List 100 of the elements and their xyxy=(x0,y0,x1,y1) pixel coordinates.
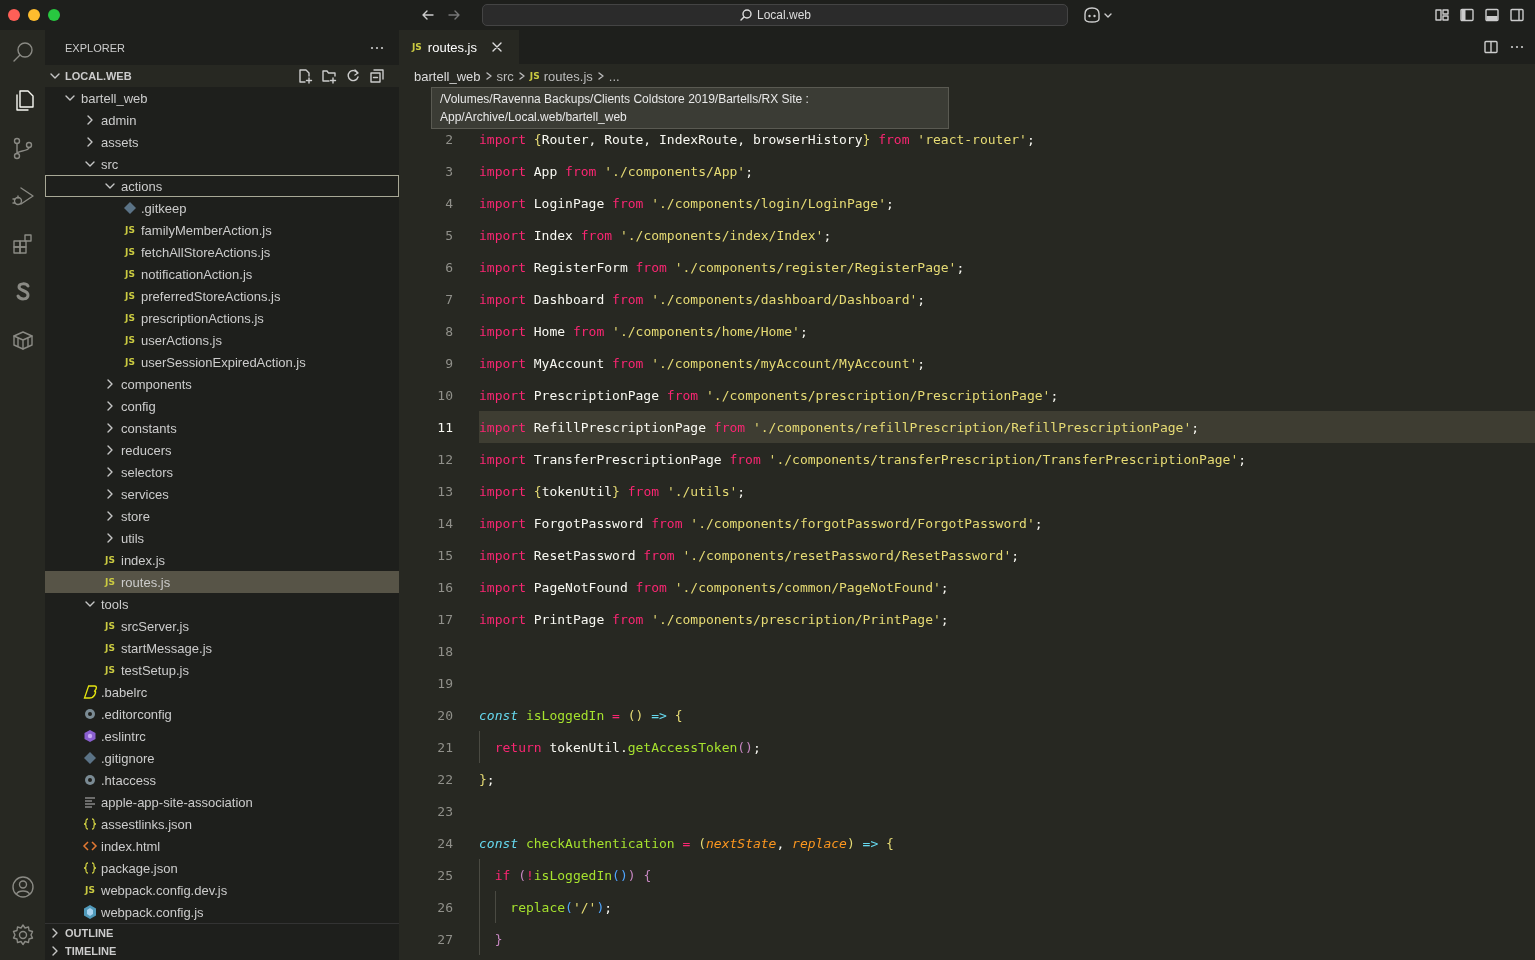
file-row[interactable]: index.html xyxy=(45,835,399,857)
line-number: 19 xyxy=(436,675,453,691)
command-search-field[interactable]: Local.web xyxy=(482,4,1068,26)
cube-icon xyxy=(82,904,98,920)
line-number: 21 xyxy=(436,739,453,755)
robot-head-icon[interactable] xyxy=(1082,6,1102,24)
search-icon xyxy=(738,8,753,22)
code-line: import Index from './components/index/Index'; xyxy=(479,227,832,243)
folder-row[interactable]: selectors xyxy=(45,461,399,483)
maximize-window-button[interactable] xyxy=(48,9,60,21)
js-file-icon: JS xyxy=(102,577,118,587)
line-number: 12 xyxy=(436,451,453,467)
folder-row[interactable]: components xyxy=(45,373,399,395)
account-icon[interactable] xyxy=(10,875,35,899)
git-icon xyxy=(82,750,98,766)
code-line: import ResetPassword from './components/resetPassword/ResetPassword'; xyxy=(479,547,1020,563)
breadcrumb-item[interactable]: bartell_web xyxy=(414,68,481,84)
file-row[interactable]: .editorconfig xyxy=(45,703,399,725)
line-number: 16 xyxy=(436,579,453,595)
file-row[interactable]: .htaccess xyxy=(45,769,399,791)
folder-name: services xyxy=(121,486,169,502)
file-row[interactable]: webpack.config.js xyxy=(45,901,399,923)
code-line: import PrintPage from './components/prescription/PrintPage'; xyxy=(479,611,949,627)
file-row[interactable]: package.json xyxy=(45,857,399,879)
file-row[interactable]: JS userSessionExpiredAction.js xyxy=(45,351,399,373)
workspace-section-header[interactable]: LOCAL.WEB xyxy=(45,65,399,87)
file-row[interactable]: JS srcServer.js xyxy=(45,615,399,637)
file-name: apple-app-site-association xyxy=(101,794,253,810)
folder-row[interactable]: bartell_web xyxy=(45,87,399,109)
file-row[interactable]: .gitkeep xyxy=(45,197,399,219)
folder-row[interactable]: actions xyxy=(45,175,399,197)
folder-name: config xyxy=(121,398,156,414)
folder-row[interactable]: tools xyxy=(45,593,399,615)
code-line: import RegisterForm from './components/register/RegisterPage'; xyxy=(479,259,965,275)
extensions-icon[interactable] xyxy=(10,232,35,256)
editor-tab[interactable]: JS routes.js xyxy=(399,30,519,64)
new-folder-icon[interactable] xyxy=(321,68,337,84)
line-number: 23 xyxy=(436,803,453,819)
file-row[interactable]: JS index.js xyxy=(45,549,399,571)
file-name: webpack.config.dev.js xyxy=(101,882,228,898)
breadcrumb-item[interactable]: src xyxy=(496,68,514,84)
minimize-window-button[interactable] xyxy=(28,9,40,21)
babel-icon xyxy=(82,684,98,700)
file-row[interactable]: JS routes.js xyxy=(45,571,399,593)
file-name: assestlinks.json xyxy=(101,816,193,832)
tooltip-text: /Volumes/Ravenna Backups/Clients Coldstore 2019/Bartells/RX Site : xyxy=(440,91,810,108)
file-row[interactable]: .eslintrc xyxy=(45,725,399,747)
file-row[interactable]: JS startMessage.js xyxy=(45,637,399,659)
folder-row[interactable]: services xyxy=(45,483,399,505)
file-row[interactable]: .gitignore xyxy=(45,747,399,769)
sidebar-right-icon[interactable] xyxy=(1509,7,1525,23)
sidebar-left-icon[interactable] xyxy=(1459,7,1475,23)
close-window-button[interactable] xyxy=(8,9,20,21)
section-label: OUTLINE xyxy=(65,927,114,939)
folder-name: src xyxy=(101,156,119,172)
line-number: 24 xyxy=(436,835,453,851)
run-debug-icon[interactable] xyxy=(10,184,35,208)
tooltip-text: App/Archive/Local.web/bartell_web xyxy=(440,109,628,126)
panel-bottom-icon[interactable] xyxy=(1484,7,1500,23)
breadcrumb-item[interactable]: ... xyxy=(608,68,620,84)
braces-icon xyxy=(82,860,98,876)
file-row[interactable]: JS fetchAllStoreActions.js xyxy=(45,241,399,263)
folder-row[interactable]: constants xyxy=(45,417,399,439)
code-line: import RefillPrescriptionPage from './components/refillPrescription/RefillPrescriptionPage'; xyxy=(479,419,1200,435)
folder-row[interactable]: assets xyxy=(45,131,399,153)
folder-name: bartell_web xyxy=(81,90,148,106)
line-number: 17 xyxy=(436,611,453,627)
code-line: } xyxy=(479,923,503,955)
file-row[interactable]: JS preferredStoreActions.js xyxy=(45,285,399,307)
file-row[interactable]: assestlinks.json xyxy=(45,813,399,835)
refresh-icon[interactable] xyxy=(345,68,361,84)
file-row[interactable]: JS testSetup.js xyxy=(45,659,399,681)
folder-row[interactable]: store xyxy=(45,505,399,527)
collapse-all-icon[interactable] xyxy=(369,68,385,84)
file-row[interactable]: JS userActions.js xyxy=(45,329,399,351)
split-editor-icon[interactable] xyxy=(1483,39,1499,55)
folder-row[interactable]: src xyxy=(45,153,399,175)
new-file-icon[interactable] xyxy=(297,68,313,84)
breadcrumb-item[interactable]: routes.js xyxy=(543,68,593,84)
file-name: .gitkeep xyxy=(141,200,187,216)
panel-title: EXPLORER xyxy=(65,41,125,54)
folder-row[interactable]: admin xyxy=(45,109,399,131)
folder-row[interactable]: reducers xyxy=(45,439,399,461)
folder-row[interactable]: utils xyxy=(45,527,399,549)
file-name: .gitignore xyxy=(101,750,155,766)
file-name: .editorconfig xyxy=(101,706,172,722)
file-row[interactable]: .babelrc xyxy=(45,681,399,703)
box-icon[interactable] xyxy=(10,328,35,352)
code-line: return tokenUtil.getAccessToken(); xyxy=(479,731,761,763)
line-number: 13 xyxy=(436,483,453,499)
file-row[interactable]: apple-app-site-association xyxy=(45,791,399,813)
line-number: 7 xyxy=(444,291,453,307)
settings-icon[interactable] xyxy=(10,923,35,947)
file-row[interactable]: JS notificationAction.js xyxy=(45,263,399,285)
js-file-icon: JS xyxy=(122,335,138,345)
file-row[interactable]: JS prescriptionActions.js xyxy=(45,307,399,329)
folder-row[interactable]: config xyxy=(45,395,399,417)
file-row[interactable]: JS familyMemberAction.js xyxy=(45,219,399,241)
file-row[interactable]: JS webpack.config.dev.js xyxy=(45,879,399,901)
layout-grid-icon[interactable] xyxy=(1434,7,1450,23)
